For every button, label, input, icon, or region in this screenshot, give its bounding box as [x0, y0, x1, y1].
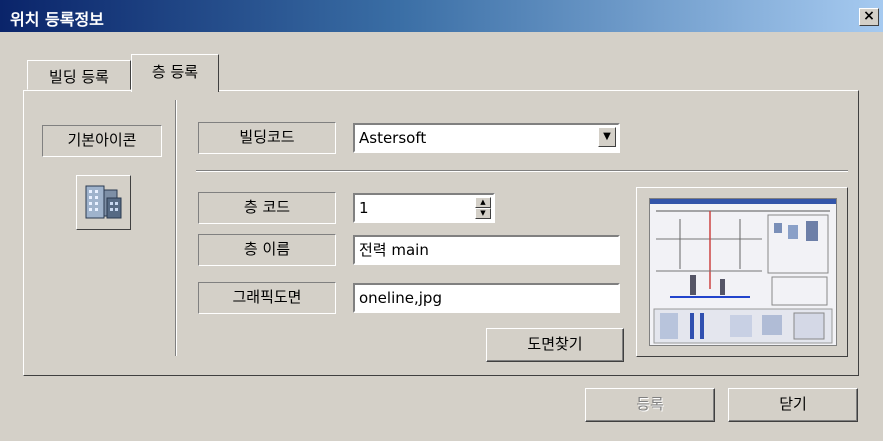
- building-code-select[interactable]: Astersoft ▼: [353, 123, 620, 153]
- tab-label: 층 등록: [151, 63, 199, 81]
- floor-code-label: 층 코드: [198, 192, 336, 224]
- building-icon-button[interactable]: [76, 175, 131, 230]
- close-button[interactable]: 닫기: [728, 388, 858, 422]
- graphic-drawing-input[interactable]: oneline,jpg: [353, 283, 620, 313]
- default-icon-label: 기본아이콘: [42, 125, 162, 157]
- window-title: 위치 등록정보: [10, 10, 104, 29]
- graphic-drawing-label: 그래픽도면: [198, 282, 336, 314]
- tab-label: 빌딩 등록: [49, 68, 109, 86]
- tab-building-registration[interactable]: 빌딩 등록: [27, 60, 131, 90]
- title-bar: 위치 등록정보 ×: [0, 0, 883, 32]
- building-code-value: Astersoft: [359, 129, 427, 147]
- tab-floor-registration[interactable]: 층 등록: [131, 54, 219, 92]
- vertical-divider: [175, 100, 177, 356]
- floor-code-value: 1: [359, 199, 369, 217]
- building-code-label: 빌딩코드: [198, 122, 336, 154]
- spin-down-icon[interactable]: ▼: [475, 208, 491, 219]
- floor-code-stepper[interactable]: 1 ▲ ▼: [353, 193, 495, 223]
- building-icon: [85, 185, 122, 219]
- drawing-preview: [636, 187, 848, 357]
- close-icon[interactable]: ×: [859, 8, 879, 26]
- register-button[interactable]: 등록: [585, 388, 715, 422]
- horizontal-divider: [196, 170, 848, 172]
- drawing-thumbnail: [649, 198, 837, 346]
- schematic-image: [650, 199, 836, 345]
- floor-name-input[interactable]: 전력 main: [353, 235, 620, 265]
- spin-up-icon[interactable]: ▲: [475, 197, 491, 208]
- chevron-down-icon[interactable]: ▼: [598, 127, 616, 147]
- find-drawing-button[interactable]: 도면찾기: [486, 328, 624, 362]
- floor-name-label: 층 이름: [198, 234, 336, 266]
